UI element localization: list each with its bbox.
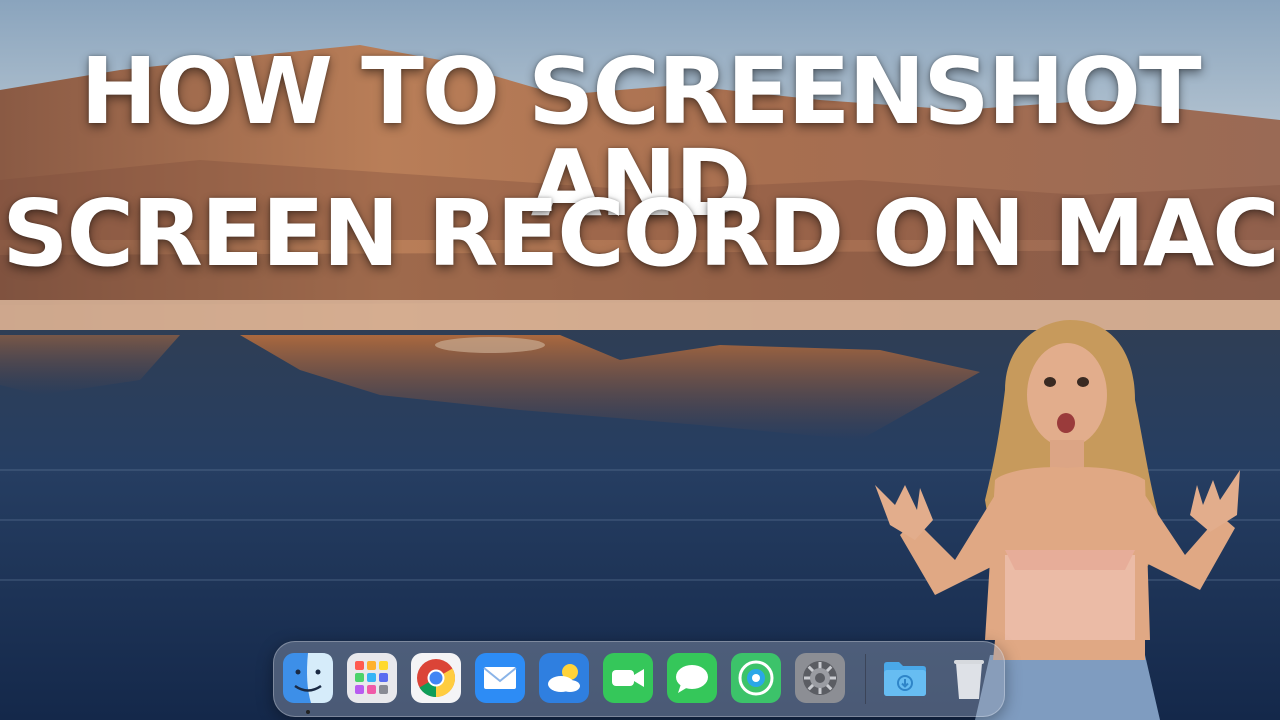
dock-item-system-settings[interactable] — [795, 653, 845, 703]
dock — [273, 641, 1005, 717]
dock-item-find-my[interactable] — [731, 653, 781, 703]
dock-item-facetime[interactable] — [603, 653, 653, 703]
settings-icon — [795, 653, 845, 703]
dock-item-finder[interactable] — [283, 653, 333, 714]
launchpad-icon — [347, 653, 397, 703]
dock-item-chrome[interactable] — [411, 653, 461, 703]
dock-item-messages[interactable] — [667, 653, 717, 703]
dock-item-trash[interactable] — [944, 653, 994, 703]
downloads-folder-icon — [884, 662, 926, 696]
chrome-icon — [411, 653, 461, 703]
messages-icon — [667, 653, 717, 703]
title-line-2: SCREEN RECORD ON MAC — [2, 180, 1280, 287]
dock-item-launchpad[interactable] — [347, 653, 397, 703]
trash-icon — [954, 660, 984, 699]
find-my-icon — [731, 653, 781, 703]
weather-icon — [539, 653, 589, 703]
dock-item-mail[interactable] — [475, 653, 525, 703]
facetime-icon — [603, 653, 653, 703]
running-indicator — [306, 710, 310, 714]
mail-icon — [475, 653, 525, 703]
dock-divider — [865, 654, 866, 704]
dock-item-downloads[interactable] — [880, 653, 930, 703]
finder-icon — [283, 653, 333, 703]
dock-item-weather[interactable] — [539, 653, 589, 703]
